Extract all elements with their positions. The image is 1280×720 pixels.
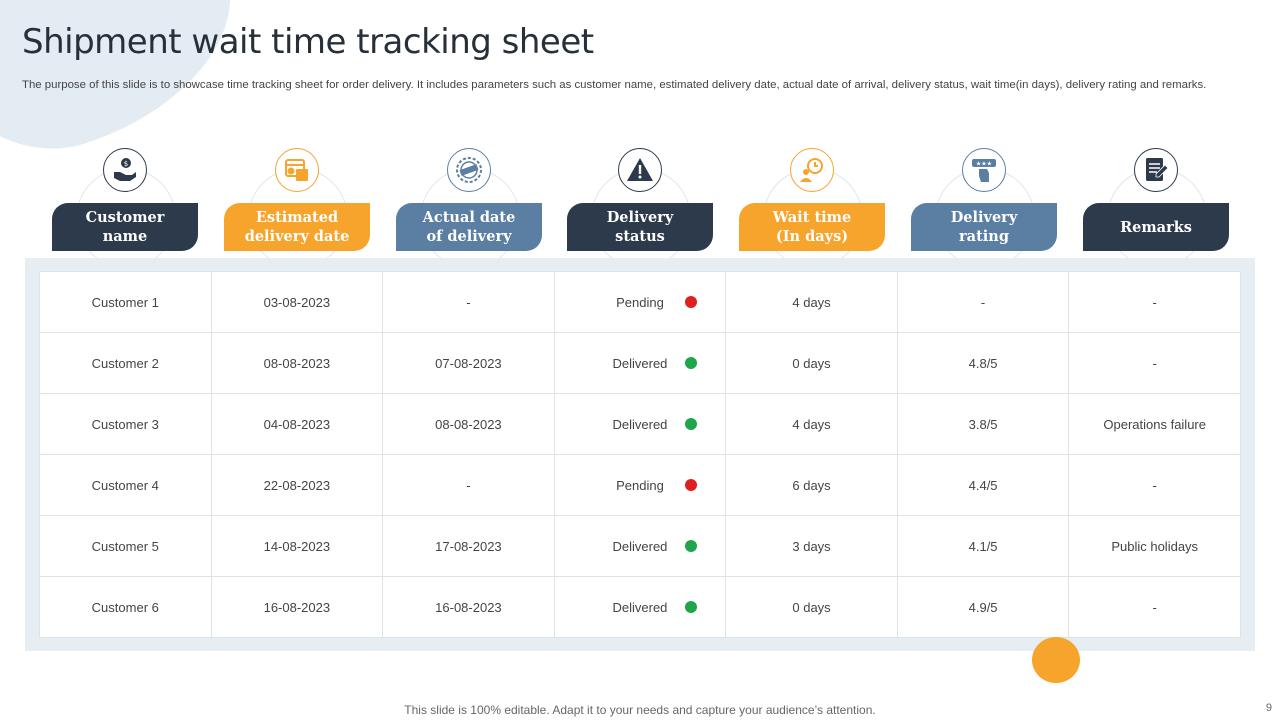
cell-actual-date: 08-08-2023 <box>382 393 555 455</box>
cell-remarks: - <box>1068 332 1241 394</box>
cell-estimated-date: 14-08-2023 <box>210 515 384 577</box>
status-dot-icon <box>684 479 697 491</box>
status-dot-icon <box>684 601 697 613</box>
header-estimated-delivery-date: Estimated delivery date <box>224 148 370 268</box>
status-dot-icon <box>684 540 697 552</box>
cell-status: Delivered <box>553 576 727 638</box>
cell-status: Delivered <box>553 515 727 577</box>
cell-status: Pending <box>553 454 727 516</box>
status-text: Delivered <box>612 416 668 432</box>
cell-actual-date: - <box>382 271 555 333</box>
cell-remarks: Public holidays <box>1068 515 1241 577</box>
cell-estimated-date: 03-08-2023 <box>210 271 384 333</box>
status-text: Pending <box>616 477 664 493</box>
status-dot-icon <box>684 357 697 369</box>
hand-coin-icon: $ <box>103 148 147 192</box>
cell-actual-date: 07-08-2023 <box>382 332 555 394</box>
cell-actual-date: 17-08-2023 <box>382 515 555 577</box>
footer-note: This slide is 100% editable. Adapt it to… <box>404 703 876 717</box>
column-headers: $ Customername Estimateddelivery date <box>52 148 1229 268</box>
page-title: Shipment wait time tracking sheet <box>22 22 594 62</box>
cell-remarks: - <box>1068 271 1241 333</box>
header-tab: Actual date of delivery <box>396 203 542 251</box>
header-tab: Delivery rating <box>911 203 1057 251</box>
header-actual-date-of-delivery: Actual date of delivery <box>396 148 542 268</box>
cell-wait-time: 0 days <box>725 332 898 394</box>
header-tab: Delivery status <box>567 203 713 251</box>
cell-estimated-date: 08-08-2023 <box>210 332 384 394</box>
cell-rating: 4.8/5 <box>896 332 1070 394</box>
header-customer-name: $ Customer name <box>52 148 198 268</box>
page-description: The purpose of this slide is to showcase… <box>22 79 1207 91</box>
cell-status: Pending <box>553 271 727 333</box>
status-dot-icon <box>684 418 697 430</box>
cell-remarks: - <box>1068 576 1241 638</box>
table-row: Customer 5 14-08-2023 17-08-2023 Delivered 3… <box>39 515 1241 577</box>
cell-rating: 4.4/5 <box>896 454 1070 516</box>
header-tab: Remarks <box>1083 203 1229 251</box>
table-row: Customer 2 08-08-2023 07-08-2023 Delivered 0… <box>39 332 1241 394</box>
cell-estimated-date: 22-08-2023 <box>210 454 384 516</box>
header-remarks: Remarks <box>1083 148 1229 268</box>
cell-remarks: Operations failure <box>1068 393 1241 455</box>
cell-wait-time: 0 days <box>725 576 898 638</box>
status-text: Delivered <box>612 355 668 371</box>
table-row: Customer 4 22-08-2023- Pending 6 days 4.4/5- <box>39 454 1241 516</box>
status-text: Delivered <box>612 538 668 554</box>
header-tab: Estimated delivery date <box>224 203 370 251</box>
status-text: Delivered <box>612 599 668 615</box>
table-row: Customer 1 03-08-2023- Pending 4 days - - <box>39 271 1241 333</box>
cell-remarks: - <box>1068 454 1241 516</box>
header-delivery-rating: ★★★ Delivery rating <box>911 148 1057 268</box>
cell-customer: Customer 3 <box>39 393 212 455</box>
warning-icon <box>618 148 662 192</box>
cell-customer: Customer 1 <box>39 271 212 333</box>
cell-actual-date: 16-08-2023 <box>382 576 555 638</box>
cell-wait-time: 3 days <box>725 515 898 577</box>
cell-customer: Customer 4 <box>39 454 212 516</box>
cell-customer: Customer 2 <box>39 332 212 394</box>
svg-text:★★★: ★★★ <box>976 161 992 168</box>
header-wait-time: Wait time (In days) <box>739 148 885 268</box>
cell-wait-time: 4 days <box>725 393 898 455</box>
cell-status: Delivered <box>553 393 727 455</box>
header-tab: Wait time (In days) <box>739 203 885 251</box>
svg-text:$: $ <box>124 160 128 168</box>
rating-stars-icon: ★★★ <box>962 148 1006 192</box>
page-number: 9 <box>1265 702 1272 714</box>
cell-rating: 3.8/5 <box>896 393 1070 455</box>
cell-customer: Customer 5 <box>39 515 212 577</box>
status-text: Pending <box>616 294 664 310</box>
notes-icon <box>1134 148 1178 192</box>
cell-estimated-date: 04-08-2023 <box>210 393 384 455</box>
cell-wait-time: 6 days <box>725 454 898 516</box>
decorative-orange-circle <box>1032 637 1080 683</box>
cell-rating: 4.1/5 <box>896 515 1070 577</box>
cell-status: Delivered <box>553 332 727 394</box>
cell-rating: - <box>896 271 1070 333</box>
tracking-table: Customer 1 03-08-2023- Pending 4 days - - Cust… <box>39 271 1241 638</box>
header-tab: Customer name <box>52 203 198 251</box>
cell-customer: Customer 6 <box>39 576 212 638</box>
header-delivery-status: Delivery status <box>567 148 713 268</box>
status-dot-icon <box>684 296 697 308</box>
table-row: Customer 3 04-08-2023 08-08-2023 Delivered 4… <box>39 393 1241 455</box>
cell-wait-time: 4 days <box>725 271 898 333</box>
cell-rating: 4.9/5 <box>896 576 1070 638</box>
cell-estimated-date: 16-08-2023 <box>210 576 384 638</box>
calendar-calculator-icon <box>275 148 319 192</box>
delivery-stamp-icon <box>447 148 491 192</box>
cell-actual-date: - <box>382 454 555 516</box>
clock-person-icon <box>790 148 834 192</box>
table-row: Customer 6 16-08-2023 16-08-2023 Delivered 0… <box>39 576 1241 638</box>
